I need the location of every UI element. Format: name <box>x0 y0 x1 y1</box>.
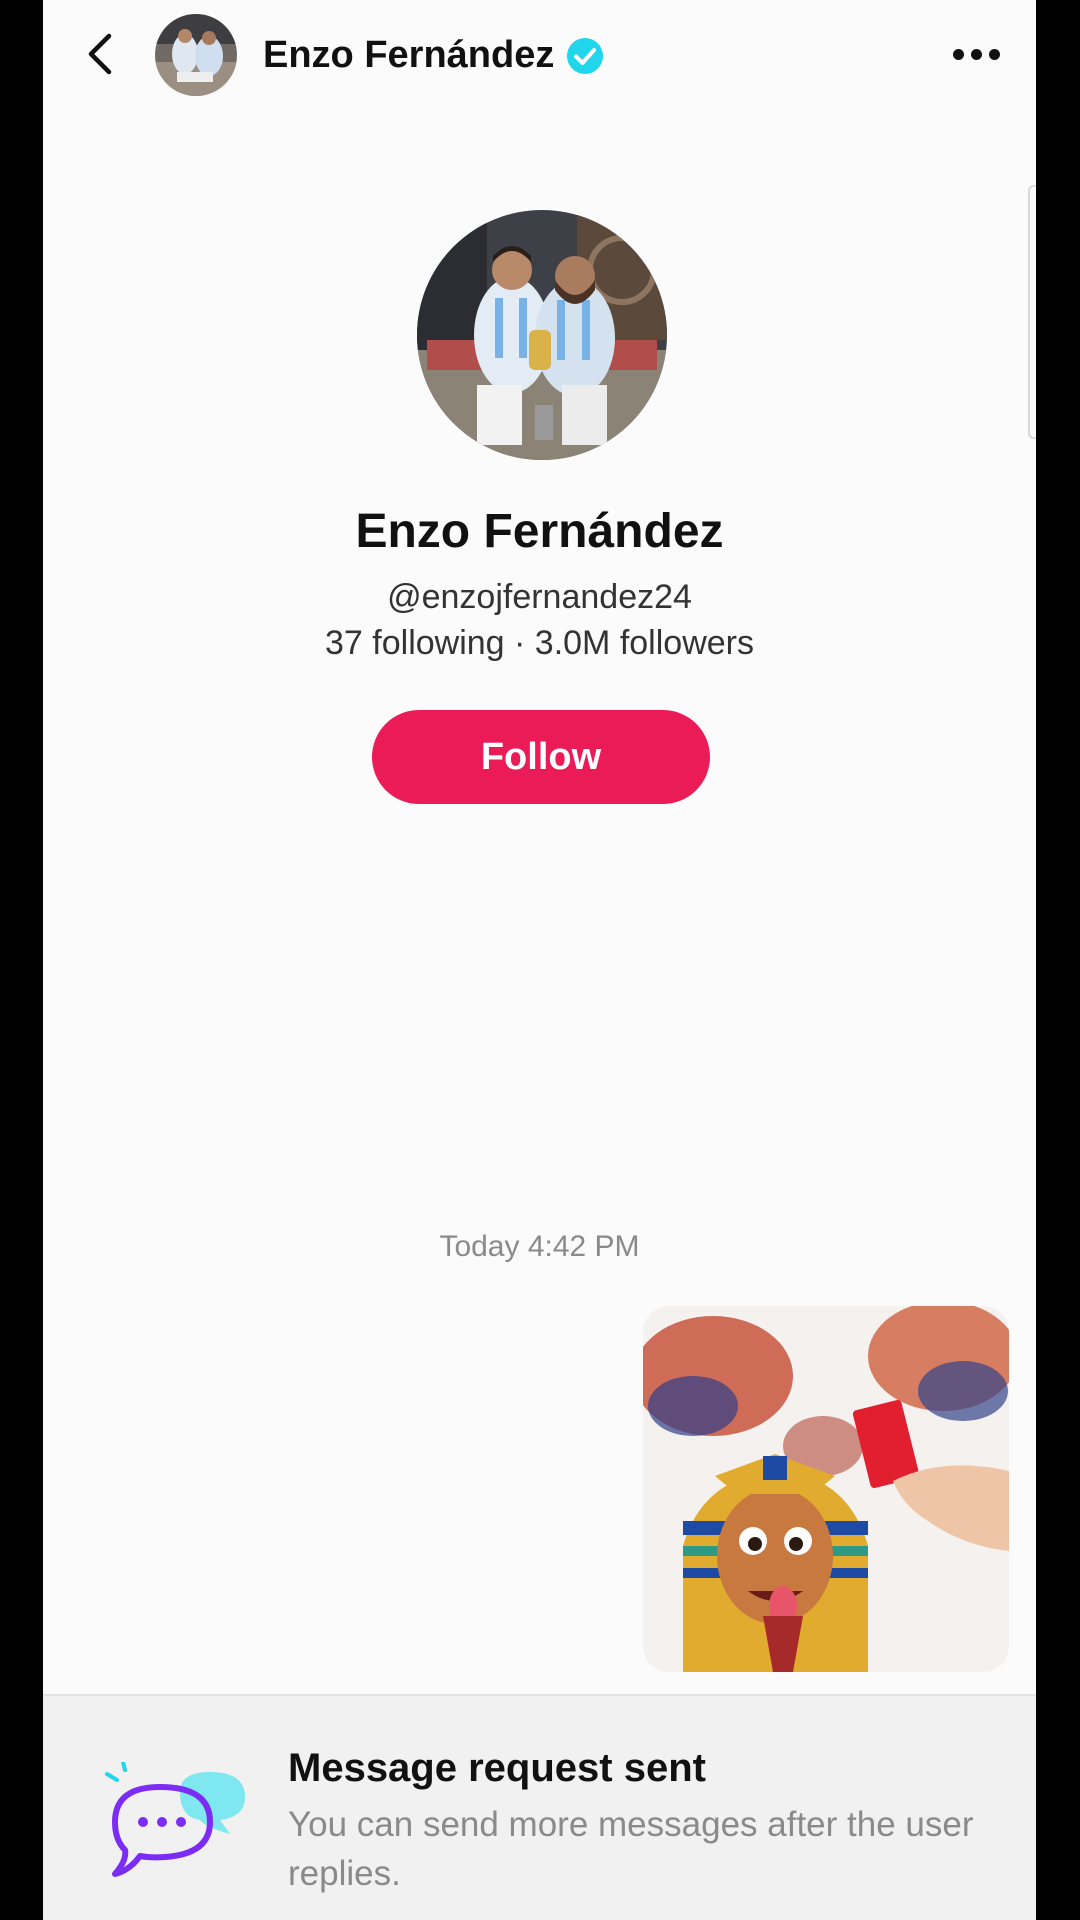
header-avatar[interactable] <box>155 14 237 96</box>
profile-name: Enzo Fernández <box>355 505 724 558</box>
profile-stats: 37 following · 3.0M followers <box>325 624 754 662</box>
more-horizontal-icon <box>952 48 964 60</box>
message-timestamp: Today 4:42 PM <box>439 1230 640 1263</box>
verified-badge-icon <box>567 37 604 74</box>
banner-title: Message request sent <box>288 1746 706 1790</box>
message-request-banner: Message request sent You can send more m… <box>43 1694 1036 1920</box>
chat-header: Enzo Fernández <box>43 0 1036 108</box>
chevron-left-icon <box>88 33 112 75</box>
header-name-text: Enzo Fernández <box>263 34 555 76</box>
header-title[interactable]: Enzo Fernández <box>263 34 604 77</box>
profile-handle: @enzojfernandez24 <box>387 578 692 616</box>
chat-bubble-icon <box>105 1762 245 1877</box>
more-options-button[interactable] <box>946 32 1006 76</box>
sent-sticker-message[interactable] <box>643 1306 1009 1672</box>
profile-avatar[interactable] <box>417 210 667 460</box>
banner-text: You can send more messages after the use… <box>288 1805 974 1893</box>
back-button[interactable] <box>79 30 119 78</box>
scroll-indicator <box>1028 185 1036 439</box>
follow-button[interactable]: Follow <box>372 710 710 804</box>
chat-screen: Enzo Fernández Enzo Fernández @enzojfern… <box>43 0 1036 1920</box>
